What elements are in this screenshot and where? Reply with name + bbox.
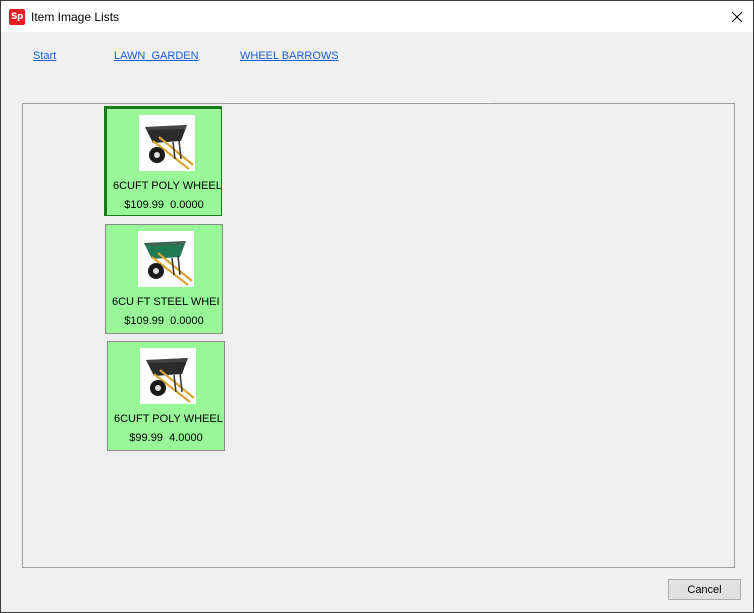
item-price: $99.99 — [129, 432, 163, 444]
window-title: Item Image Lists — [31, 10, 120, 24]
item-name: 6CUFT POLY WHEEL — [114, 413, 223, 425]
item-price-qty: $109.99 0.0000 — [107, 198, 221, 212]
close-icon — [731, 11, 743, 22]
item-quantity: 0.0000 — [170, 199, 204, 211]
item-tile[interactable]: 6CUFT POLY WHEEL $109.99 0.0000 — [104, 106, 222, 216]
wheelbarrow-icon — [146, 358, 195, 403]
app-logo-icon: Sp — [9, 9, 25, 25]
wheelbarrow-icon — [144, 241, 193, 286]
wheelbarrow-icon — [145, 125, 194, 170]
cancel-button[interactable]: Cancel — [668, 579, 741, 600]
item-price-qty: $99.99 4.0000 — [108, 431, 224, 445]
item-price: $109.99 — [124, 315, 164, 327]
wheelbarrow-image — [138, 231, 194, 287]
item-image-lists-window: Sp Item Image Lists Start LAWN_GARDEN WH… — [0, 0, 754, 613]
item-quantity: 4.0000 — [169, 432, 203, 444]
breadcrumb-lawn-garden[interactable]: LAWN_GARDEN — [114, 49, 199, 63]
item-name: 6CU FT STEEL WHEI — [112, 296, 220, 308]
breadcrumb-wheel-barrows[interactable]: WHEEL BARROWS — [240, 49, 339, 63]
item-quantity: 0.0000 — [170, 315, 204, 327]
breadcrumb-start[interactable]: Start — [33, 49, 56, 63]
item-tile[interactable]: 6CU FT STEEL WHEI $109.99 0.0000 — [105, 224, 223, 334]
wheelbarrow-image — [139, 115, 195, 171]
item-price: $109.99 — [124, 199, 164, 211]
title-bar: Sp Item Image Lists — [1, 1, 753, 32]
panel-divider — [225, 102, 492, 103]
item-price-qty: $109.99 0.0000 — [106, 314, 222, 328]
wheelbarrow-image — [140, 348, 196, 404]
item-name: 6CUFT POLY WHEEL — [113, 180, 222, 192]
item-tile[interactable]: 6CUFT POLY WHEEL $99.99 4.0000 — [107, 341, 225, 451]
close-button[interactable] — [721, 1, 753, 32]
